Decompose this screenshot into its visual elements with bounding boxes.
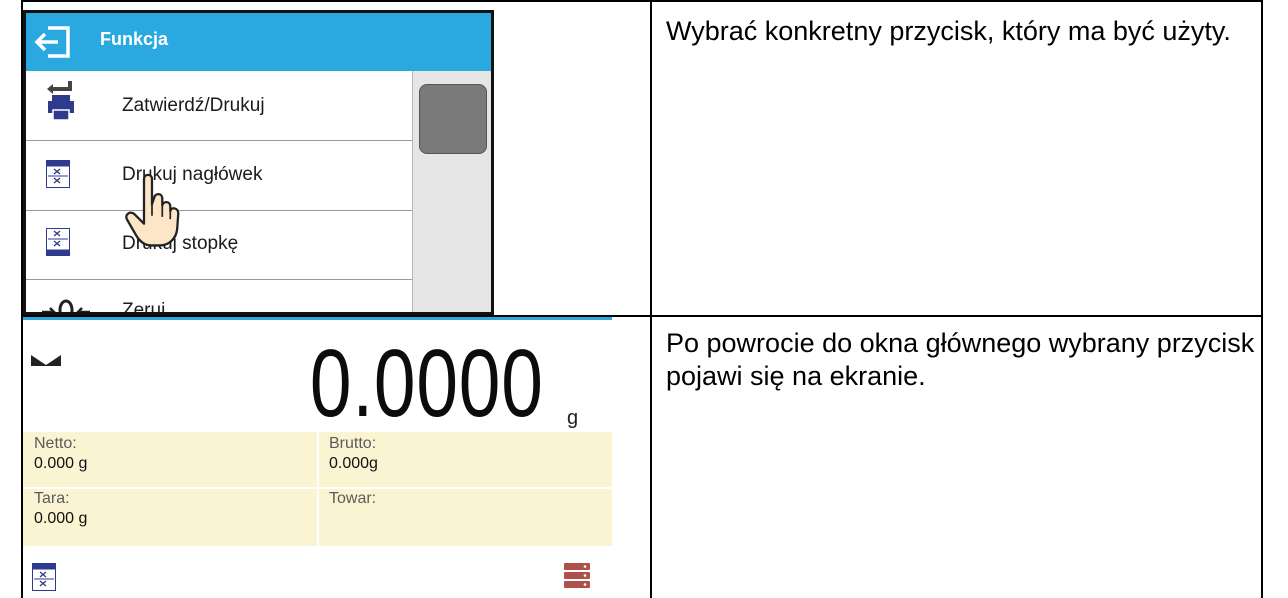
menu-item-label: Zatwierdź/Drukuj: [122, 95, 265, 116]
back-arrow-icon[interactable]: [34, 25, 72, 59]
netto-value: 0.000 g: [34, 455, 88, 472]
zero-icon: [42, 299, 90, 312]
hand-pointer-icon: [125, 173, 180, 247]
weight-unit: g: [567, 407, 579, 429]
netto-label: Netto:: [34, 435, 77, 452]
menu-item-zero[interactable]: Zeruj: [26, 280, 412, 315]
step2-description: Po powrocie do okna głównego wybrany prz…: [666, 328, 1255, 391]
title-strip: [23, 317, 612, 320]
print-header-button[interactable]: [32, 563, 56, 591]
table-right-border: [1261, 0, 1263, 598]
print-footer-icon: [46, 228, 70, 256]
weight-display: 0.0000: [310, 330, 544, 437]
table-top-border: [21, 0, 1263, 2]
towar-label: Towar:: [329, 490, 377, 507]
step1-description: Wybrać konkretny przycisk, który ma być …: [666, 16, 1231, 46]
info-panel: Netto: 0.000 g Brutto: 0.000g Tara: 0.00…: [23, 432, 612, 546]
tara-label: Tara:: [34, 490, 70, 507]
print-header-icon: [46, 160, 70, 188]
brutto-value: 0.000g: [329, 455, 378, 472]
tara-value: 0.000 g: [34, 510, 88, 527]
brutto-field: Brutto: 0.000g: [329, 434, 378, 474]
database-button[interactable]: [564, 563, 590, 589]
stability-indicator-icon: [31, 355, 61, 366]
function-menu-screen: Funkcja Zatwierdź/Drukuj Drukuj nagłówek…: [23, 10, 494, 315]
netto-field: Netto: 0.000 g: [34, 434, 87, 474]
menu-title: Funkcja: [100, 29, 169, 49]
menu-item-print-header[interactable]: Drukuj nagłówek: [26, 141, 412, 211]
menu-item-confirm-print[interactable]: Zatwierdź/Drukuj: [26, 71, 412, 141]
menu-item-print-footer[interactable]: Drukuj stopkę: [26, 211, 412, 280]
scrollbar-thumb[interactable]: [419, 84, 487, 154]
main-weighing-screen: 0.0000 g Netto: 0.000 g Brutto: 0.000g T…: [23, 317, 612, 598]
towar-field: Towar:: [329, 489, 376, 509]
info-divider: [23, 487, 612, 489]
menu-header: Funkcja: [26, 13, 491, 71]
tara-field: Tara: 0.000 g: [34, 489, 87, 529]
brutto-label: Brutto:: [329, 435, 377, 452]
confirm-print-icon: [47, 81, 74, 121]
menu-item-label: Zeruj: [122, 300, 166, 315]
info-divider: [317, 432, 319, 546]
table-mid-border: [650, 0, 652, 598]
